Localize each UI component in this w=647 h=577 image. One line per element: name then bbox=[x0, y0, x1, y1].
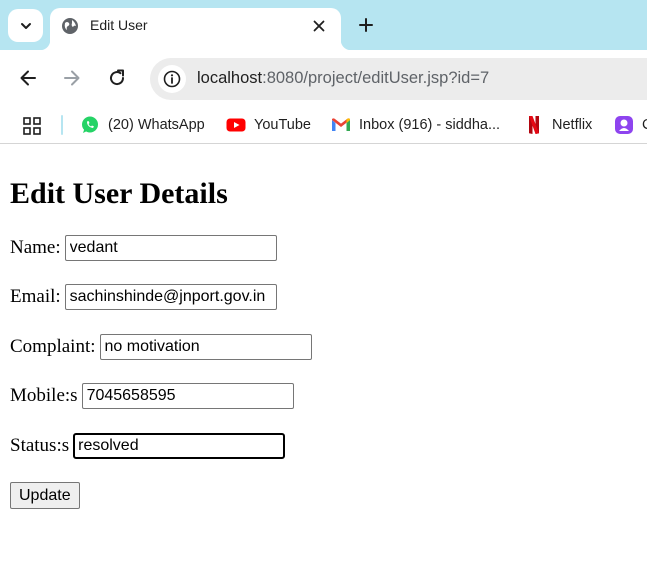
browser-toolbar: localhost:8080/project/editUser.jsp?id=7 bbox=[0, 50, 647, 106]
status-row: Status:s bbox=[10, 433, 286, 459]
info-icon bbox=[163, 70, 181, 88]
status-field[interactable] bbox=[73, 433, 286, 459]
reload-icon bbox=[110, 69, 125, 86]
update-button[interactable]: Update bbox=[10, 482, 80, 509]
new-tab-button[interactable] bbox=[353, 12, 379, 38]
bookmark-gmail[interactable]: Inbox (916) - siddha... bbox=[331, 114, 500, 136]
email-field[interactable] bbox=[64, 284, 277, 310]
mobile-row: Mobile:s bbox=[10, 383, 294, 409]
page-content: Edit User Details Name: Email: Complaint… bbox=[0, 151, 647, 577]
url-text[interactable]: localhost:8080/project/editUser.jsp?id=7 bbox=[197, 69, 489, 88]
site-info-button[interactable] bbox=[158, 65, 186, 93]
youtube-icon bbox=[226, 115, 246, 135]
bookmark-label: C bbox=[642, 117, 647, 133]
email-label: Email: bbox=[10, 286, 61, 307]
name-field[interactable] bbox=[64, 235, 277, 261]
bookmarks-divider bbox=[61, 115, 63, 135]
bookmark-youtube[interactable]: YouTube bbox=[226, 114, 311, 136]
app-icon bbox=[614, 115, 634, 135]
netflix-icon bbox=[524, 115, 544, 135]
status-label: Status:s bbox=[10, 435, 70, 456]
name-label: Name: bbox=[10, 237, 61, 258]
globe-icon bbox=[62, 18, 78, 34]
complaint-row: Complaint: bbox=[10, 334, 312, 360]
close-tab-button[interactable] bbox=[308, 15, 330, 37]
bookmark-label: YouTube bbox=[254, 117, 311, 133]
reload-button[interactable] bbox=[105, 66, 129, 90]
arrow-left-icon bbox=[20, 70, 36, 86]
tab-strip: Edit User bbox=[0, 0, 647, 50]
active-tab[interactable]: Edit User bbox=[40, 8, 351, 50]
bookmarks-bar: (20) WhatsApp YouTube Inbox (916) - sidd… bbox=[0, 106, 647, 144]
back-button[interactable] bbox=[16, 66, 40, 90]
close-icon bbox=[313, 20, 325, 32]
email-row: Email: bbox=[10, 284, 277, 310]
chevron-down-icon bbox=[20, 22, 31, 29]
name-row: Name: bbox=[10, 235, 277, 261]
gmail-icon bbox=[331, 115, 351, 135]
address-bar[interactable]: localhost:8080/project/editUser.jsp?id=7 bbox=[150, 58, 647, 100]
bookmark-netflix[interactable]: Netflix bbox=[524, 114, 592, 136]
forward-button[interactable] bbox=[60, 66, 84, 90]
arrow-right-icon bbox=[64, 70, 80, 86]
whatsapp-icon bbox=[80, 115, 100, 135]
bookmark-label: (20) WhatsApp bbox=[108, 117, 205, 133]
bookmark-label: Inbox (916) - siddha... bbox=[359, 117, 501, 133]
complaint-field[interactable] bbox=[99, 334, 312, 360]
apps-grid-icon[interactable] bbox=[22, 116, 42, 136]
tab-title: Edit User bbox=[90, 17, 148, 33]
page-title: Edit User Details bbox=[10, 177, 228, 210]
bookmark-label: Netflix bbox=[552, 117, 593, 133]
tab-search-button[interactable] bbox=[8, 9, 43, 42]
mobile-label: Mobile:s bbox=[10, 385, 78, 406]
mobile-field[interactable] bbox=[81, 383, 294, 409]
complaint-label: Complaint: bbox=[10, 336, 96, 357]
plus-icon bbox=[359, 18, 373, 32]
url-host: localhost bbox=[197, 69, 263, 87]
bookmark-app[interactable]: C bbox=[614, 114, 647, 136]
bookmark-whatsapp[interactable]: (20) WhatsApp bbox=[80, 114, 205, 136]
url-path: :8080/project/editUser.jsp?id=7 bbox=[262, 69, 490, 87]
